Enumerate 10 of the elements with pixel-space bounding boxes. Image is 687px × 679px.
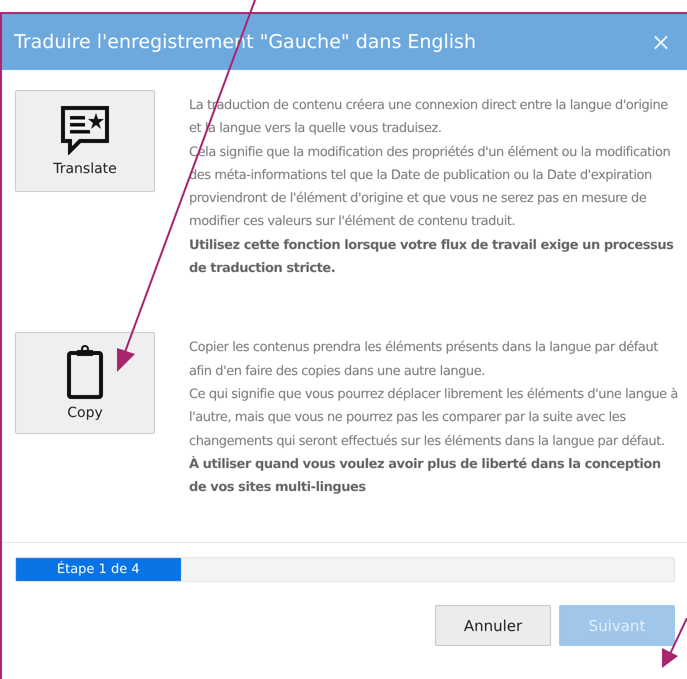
description-text: À utiliser quand vous voulez avoir plus de liberté dans la conception de vos sites multi-lingues bbox=[189, 455, 662, 498]
cancel-button[interactable]: Annuler bbox=[435, 605, 551, 646]
description-text: Utilisez cette fonction lorsque votre flux de travail exige un processus de traduction stricte. bbox=[189, 236, 674, 278]
speech-bubble-icon bbox=[60, 105, 110, 155]
option-button[interactable]: Copy bbox=[15, 332, 155, 434]
clipboard-icon bbox=[66, 345, 104, 400]
description-text: Copier les contenus prendra les éléments présents dans la langue par défaut afin d'en faire des copies dans une autre langue. bbox=[189, 339, 659, 381]
description-text: Ce qui signifie que vous pourrez déplacer librement les éléments d'une langue à l'autre, mais que vous ne pourrez pas les comparer par la suite avec les changements qui seront effectués sur les éléments dans la langue par défaut. bbox=[189, 386, 679, 451]
option-button[interactable]: Translate bbox=[15, 90, 155, 192]
progress-bar: Étape 1 de 4 bbox=[16, 558, 180, 582]
